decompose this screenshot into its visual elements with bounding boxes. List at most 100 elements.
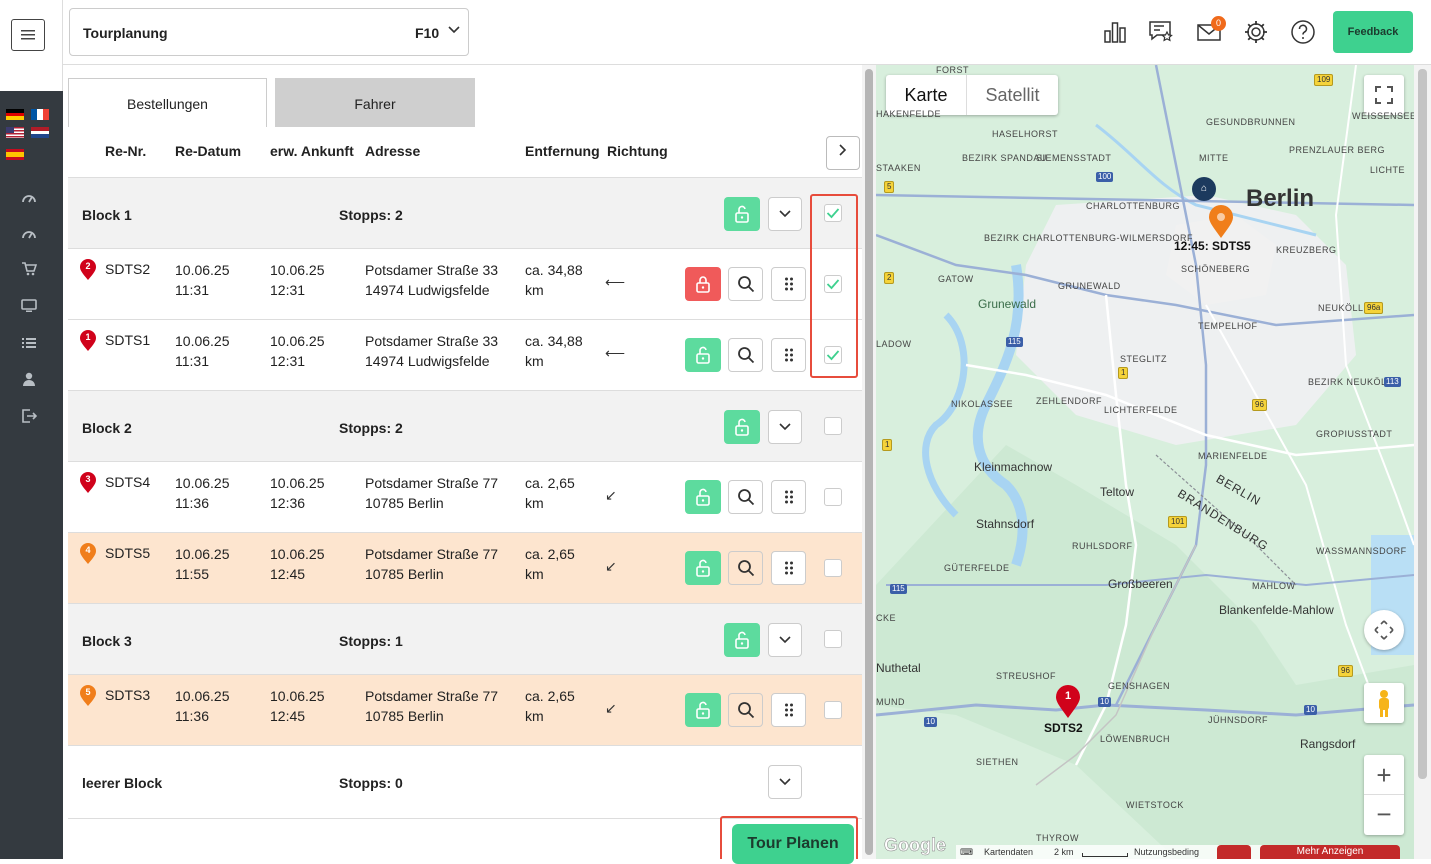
order-unlock-button[interactable] bbox=[685, 693, 721, 727]
tour-select[interactable]: Tourplanung F10 bbox=[69, 8, 469, 56]
monitor-icon[interactable] bbox=[20, 299, 38, 317]
block-unlock-button[interactable] bbox=[724, 623, 760, 657]
road-shield: 115 bbox=[1006, 337, 1023, 347]
order-date: 10.06.25 11:31 bbox=[175, 262, 230, 298]
keyboard-icon[interactable]: ⌨ bbox=[960, 847, 973, 858]
speed-gauge-icon[interactable] bbox=[20, 226, 38, 244]
order-lock-button[interactable] bbox=[685, 267, 721, 301]
block-checkbox[interactable] bbox=[824, 630, 842, 648]
page-scrollbar-thumb[interactable] bbox=[1418, 69, 1427, 779]
order-search-button[interactable] bbox=[728, 267, 763, 301]
settings-gear-icon[interactable] bbox=[1243, 19, 1269, 45]
order-unlock-button[interactable] bbox=[685, 480, 721, 514]
fullscreen-icon bbox=[1375, 86, 1393, 104]
order-search-button[interactable] bbox=[728, 551, 763, 585]
block-name: leerer Block bbox=[82, 775, 163, 791]
terms-link[interactable]: Nutzungsbeding bbox=[1134, 847, 1199, 857]
block-stops: Stopps: 1 bbox=[339, 633, 403, 649]
tour-select-value: F10 bbox=[415, 25, 440, 41]
direction-arrow-icon: ⟵ bbox=[605, 345, 626, 361]
block-checkbox[interactable] bbox=[824, 417, 842, 435]
order-drag-button[interactable] bbox=[771, 693, 806, 727]
tab-bestellungen[interactable]: Bestellungen bbox=[68, 78, 267, 127]
order-drag-button[interactable] bbox=[771, 551, 806, 585]
order-checkbox[interactable] bbox=[824, 488, 842, 506]
flag-fr-icon[interactable] bbox=[31, 109, 49, 120]
feedback-button[interactable]: Feedback bbox=[1333, 11, 1413, 53]
block-expand-button[interactable] bbox=[768, 197, 802, 231]
order-search-button[interactable] bbox=[728, 480, 763, 514]
order-row: 2 SDTS2 10.06.25 11:31 10.06.25 12:31 Potsdame… bbox=[68, 249, 862, 320]
map-place-rangsdorf: Rangsdorf bbox=[1300, 737, 1356, 751]
orders-scrollbar[interactable] bbox=[862, 65, 876, 859]
map-place-grossbeeren: Großbeeren bbox=[1108, 577, 1173, 591]
chevron-down-icon bbox=[779, 423, 791, 431]
page-scrollbar[interactable] bbox=[1414, 65, 1431, 859]
chevron-down-icon bbox=[779, 778, 791, 786]
header-entfernung: Entfernung bbox=[525, 143, 600, 159]
marker-sdts2[interactable]: 1 bbox=[1055, 685, 1081, 722]
map-place-stahnsdorf: Stahnsdorf bbox=[976, 517, 1035, 531]
map-place-lichterfelde: LICHTERFELDE bbox=[1104, 405, 1178, 415]
orders-scrollbar-thumb[interactable] bbox=[865, 69, 873, 855]
direction-arrow-icon: ↙ bbox=[605, 700, 617, 716]
lock-icon bbox=[696, 276, 710, 293]
flag-es-icon[interactable] bbox=[6, 149, 24, 160]
order-row: 4 SDTS5 10.06.25 11:55 10.06.25 12:45 Potsdame… bbox=[68, 533, 862, 604]
dashboard-gauge-icon[interactable] bbox=[20, 190, 38, 208]
marker-label-sdts2: SDTS2 bbox=[1044, 721, 1083, 735]
list-icon[interactable] bbox=[20, 335, 38, 353]
road-shield: 96a bbox=[1364, 302, 1384, 314]
block-expand-button[interactable] bbox=[768, 410, 802, 444]
order-search-button[interactable] bbox=[728, 693, 763, 727]
order-unlock-button[interactable] bbox=[685, 551, 721, 585]
logout-icon[interactable] bbox=[20, 409, 38, 427]
depot-marker-icon[interactable]: ⌂ bbox=[1192, 177, 1216, 201]
user-icon[interactable] bbox=[20, 372, 38, 390]
order-search-button[interactable] bbox=[728, 338, 763, 372]
block-expand-button[interactable] bbox=[768, 623, 802, 657]
flag-de-icon[interactable] bbox=[6, 109, 24, 120]
map[interactable]: Karte Satellit FORST GESUNDBRUNNEN WEISS… bbox=[876, 65, 1414, 859]
order-drag-button[interactable] bbox=[771, 338, 806, 372]
marker-sdts5[interactable] bbox=[1208, 205, 1234, 242]
map-data-link[interactable]: Kartendaten bbox=[984, 847, 1033, 857]
zoom-in-button[interactable]: + bbox=[1364, 755, 1404, 795]
order-checkbox[interactable] bbox=[824, 701, 842, 719]
block-unlock-button[interactable] bbox=[724, 197, 760, 231]
road-shield: 109 bbox=[1314, 74, 1334, 86]
hamburger-menu-button[interactable] bbox=[11, 19, 45, 51]
route-toggle-button[interactable] bbox=[1217, 845, 1251, 859]
fullscreen-button[interactable] bbox=[1364, 75, 1404, 115]
order-checkbox[interactable] bbox=[824, 559, 842, 577]
map-place-hakenfelde: HAKENFELDE bbox=[876, 109, 942, 119]
pegman-icon bbox=[1379, 690, 1389, 717]
tab-fahrer[interactable]: Fahrer bbox=[275, 78, 475, 127]
tour-planen-button[interactable]: Tour Planen bbox=[732, 824, 854, 864]
review-chat-star-icon[interactable] bbox=[1148, 19, 1174, 45]
header-richtung: Richtung bbox=[607, 143, 668, 159]
zoom-out-button[interactable]: − bbox=[1364, 795, 1404, 835]
order-distance: ca. 2,65 km bbox=[525, 688, 575, 724]
chevron-right-icon bbox=[839, 144, 847, 156]
block-expand-button[interactable] bbox=[768, 765, 802, 799]
flag-nl-icon[interactable] bbox=[31, 127, 49, 138]
block-unlock-button[interactable] bbox=[724, 410, 760, 444]
block-row: Block 2 Stopps: 2 bbox=[68, 391, 862, 462]
order-drag-button[interactable] bbox=[771, 480, 806, 514]
order-arrival: 10.06.25 12:45 bbox=[270, 546, 325, 582]
camera-control-button[interactable] bbox=[1364, 610, 1404, 650]
next-page-button[interactable] bbox=[826, 136, 860, 170]
help-question-icon[interactable] bbox=[1290, 19, 1316, 45]
street-view-pegman[interactable] bbox=[1364, 683, 1404, 723]
unlock-icon bbox=[696, 346, 710, 364]
statistics-bar-chart-icon[interactable] bbox=[1102, 19, 1128, 45]
map-type-satellit[interactable]: Satellit bbox=[966, 75, 1058, 115]
table-header: Re-Nr. Re-Datum erw. Ankunft Adresse Ent… bbox=[68, 127, 862, 178]
flag-us-icon[interactable] bbox=[6, 127, 24, 138]
order-drag-button[interactable] bbox=[771, 267, 806, 301]
map-place-kleinmachnow: Kleinmachnow bbox=[974, 460, 1053, 474]
mehr-anzeigen-button[interactable]: Mehr Anzeigen bbox=[1260, 845, 1400, 859]
cart-icon[interactable] bbox=[20, 262, 38, 280]
order-unlock-button[interactable] bbox=[685, 338, 721, 372]
